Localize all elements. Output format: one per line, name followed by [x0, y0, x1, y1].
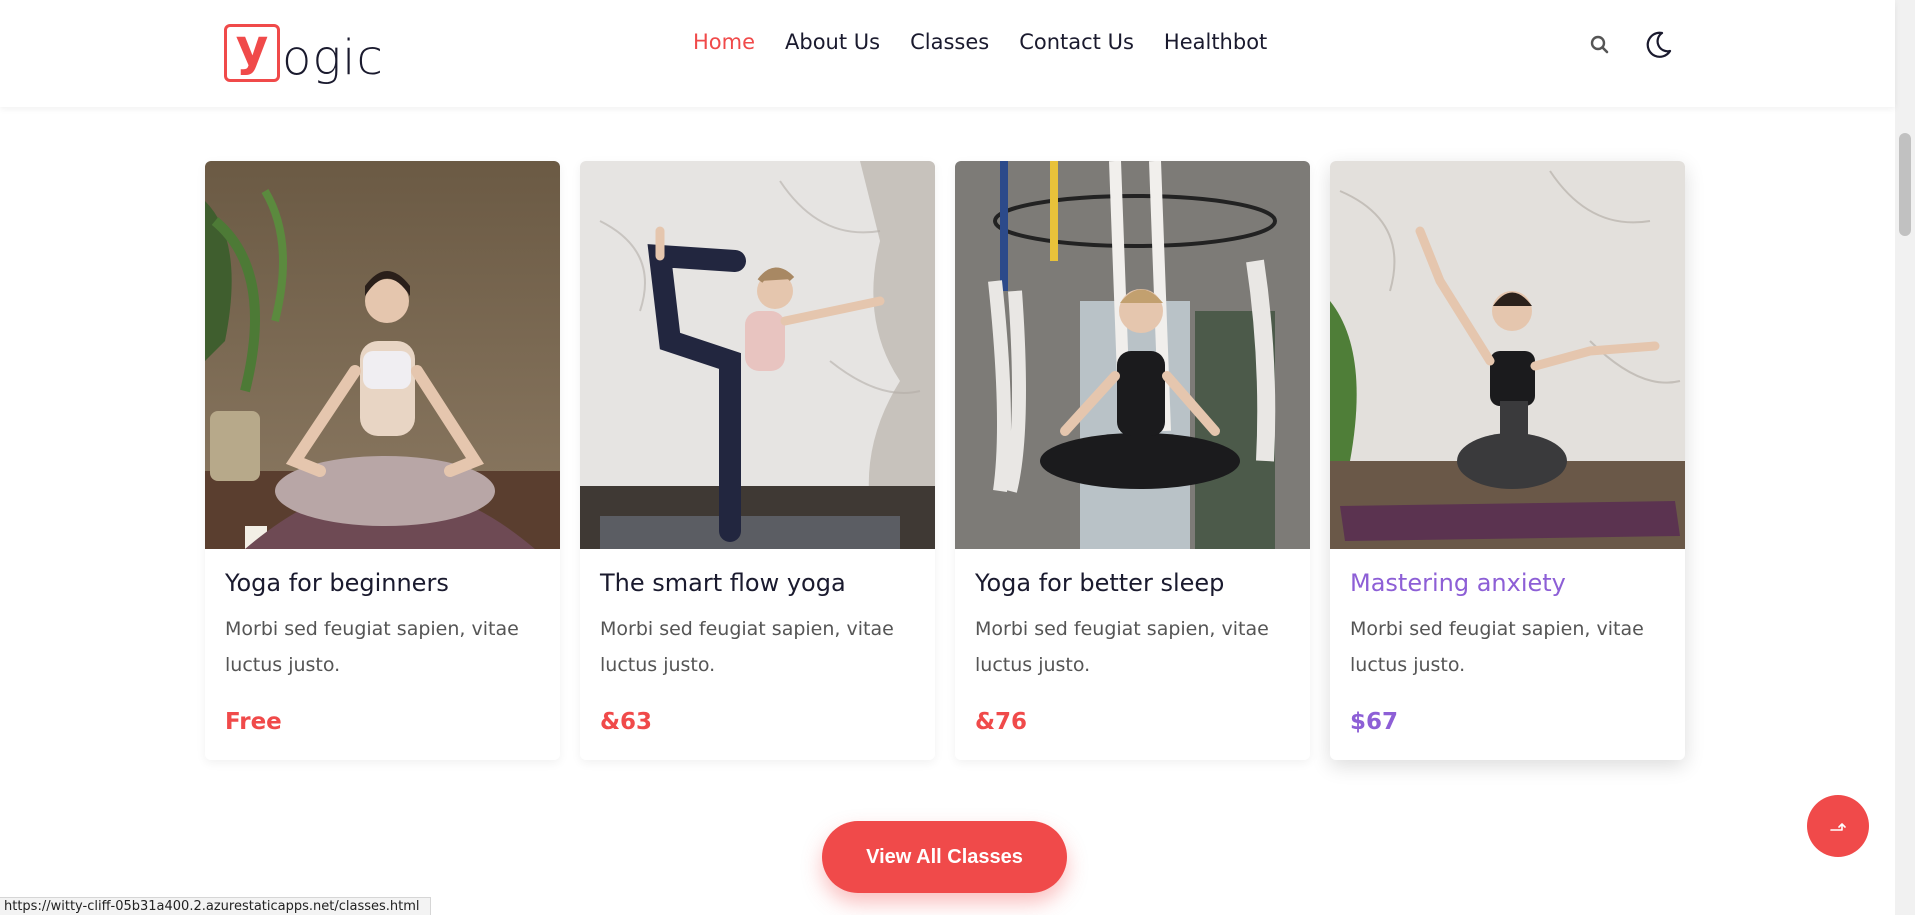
nav-healthbot[interactable]: Healthbot	[1164, 30, 1267, 54]
logo[interactable]: y ogic	[224, 20, 384, 82]
class-card[interactable]: Yoga for beginners Morbi sed feugiat sap…	[205, 161, 560, 760]
logo-text: ogic	[282, 30, 384, 86]
search-icon[interactable]	[1585, 30, 1615, 60]
class-title[interactable]: Yoga for better sleep	[975, 569, 1290, 597]
status-bar-url: https://witty-cliff-05b31a400.2.azuresta…	[0, 897, 431, 915]
view-all-classes-button[interactable]: View All Classes	[822, 821, 1067, 893]
nav-about-us[interactable]: About Us	[785, 30, 880, 54]
main-nav: Home About Us Classes Contact Us Healthb…	[693, 30, 1297, 54]
logo-mark: y	[224, 18, 280, 82]
class-image-balance-pose[interactable]	[1330, 161, 1685, 549]
nav-classes[interactable]: Classes	[910, 30, 989, 54]
class-price: $67	[1350, 709, 1399, 735]
class-description: Morbi sed feugiat sapien, vitae luctus j…	[600, 618, 894, 676]
arrow-up-icon[interactable]	[1807, 795, 1869, 857]
class-price: Free	[225, 709, 282, 735]
class-title[interactable]: The smart flow yoga	[600, 569, 915, 597]
nav-contact-us[interactable]: Contact Us	[1019, 30, 1134, 54]
class-description: Morbi sed feugiat sapien, vitae luctus j…	[1350, 618, 1644, 676]
class-image-aerial-yoga[interactable]	[955, 161, 1310, 549]
class-price: &63	[600, 709, 653, 735]
class-description: Morbi sed feugiat sapien, vitae luctus j…	[975, 618, 1269, 676]
class-card[interactable]: The smart flow yoga Morbi sed feugiat sa…	[580, 161, 935, 760]
site-header: y ogic Home About Us Classes Contact Us …	[0, 0, 1895, 107]
class-title[interactable]: Mastering anxiety	[1350, 569, 1665, 597]
class-description: Morbi sed feugiat sapien, vitae luctus j…	[225, 618, 519, 676]
class-image-meditation[interactable]	[205, 161, 560, 549]
class-title[interactable]: Yoga for beginners	[225, 569, 540, 597]
class-image-dancer-pose[interactable]	[580, 161, 935, 549]
class-card[interactable]: Yoga for better sleep Morbi sed feugiat …	[955, 161, 1310, 760]
logo-letter: y	[235, 18, 269, 76]
nav-home[interactable]: Home	[693, 30, 755, 54]
class-card[interactable]: Mastering anxiety Morbi sed feugiat sapi…	[1330, 161, 1685, 760]
moon-icon[interactable]	[1642, 29, 1672, 59]
scrollbar[interactable]	[1895, 0, 1915, 915]
class-price: &76	[975, 709, 1028, 735]
scrollbar-thumb[interactable]	[1899, 133, 1911, 236]
page: y ogic Home About Us Classes Contact Us …	[0, 0, 1915, 915]
